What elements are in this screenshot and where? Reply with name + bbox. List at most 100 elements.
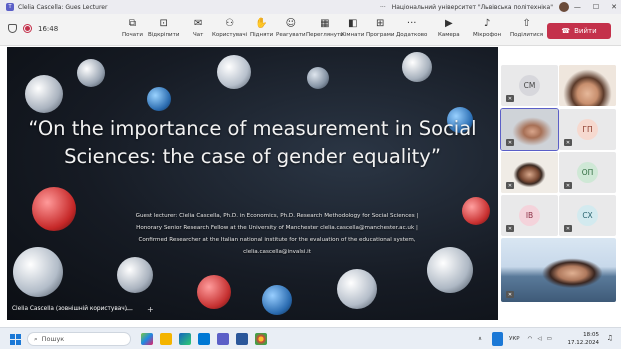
shield-icon [8, 24, 17, 33]
avatar: ГП [577, 119, 598, 140]
title-bar: T Clelia Cascella: Gues Lecturer ··· Нац… [0, 0, 621, 14]
close-button[interactable]: ✕ [611, 3, 617, 11]
mic-muted-icon: ✕ [564, 182, 572, 189]
more-options-icon[interactable]: ··· [380, 4, 386, 11]
shared-screen[interactable]: “On the importance of measurement in Soc… [7, 47, 498, 320]
rooms-button[interactable]: ◧ Кімнати [341, 17, 364, 38]
file-explorer-icon[interactable] [160, 333, 172, 345]
windows-start-icon[interactable] [10, 334, 21, 345]
participant-video [501, 238, 616, 302]
mic-muted-icon: ✕ [506, 95, 514, 102]
chrome-icon[interactable] [255, 333, 267, 345]
recording-indicator: 16:48 [8, 24, 58, 33]
avatar: CM [519, 75, 540, 96]
taskbar-search[interactable]: ⌕ Пошук [27, 332, 131, 346]
teams-window: T Clelia Cascella: Gues Lecturer ··· Нац… [0, 0, 621, 349]
camera-button[interactable]: ▶ Камера [438, 17, 460, 38]
search-icon: ⌕ [34, 334, 38, 343]
participant-video [559, 65, 616, 106]
participant-tile-gp[interactable]: ГП ✕ [559, 109, 616, 150]
share-label: Поділитися [510, 32, 544, 38]
molecule-sphere [147, 87, 171, 111]
zoom-out-icon[interactable]: — [125, 305, 133, 314]
chat-label: Чат [193, 32, 204, 38]
system-tray: ∧ УКР ◠ ◁ ▭ [478, 328, 552, 349]
window-title: Clelia Cascella: Gues Lecturer [18, 3, 108, 11]
microphone-button[interactable]: ♪ Мікрофон [473, 17, 501, 38]
slide-title: “On the importance of measurement in Soc… [28, 117, 477, 168]
meeting-timer: 16:48 [38, 24, 59, 33]
org-area: ··· Національний університет "Львівська … [380, 0, 569, 14]
participant-tile-video-large[interactable]: ✕ [501, 238, 616, 302]
wifi-icon[interactable]: ◠ [528, 336, 533, 342]
apps-label: Програми [366, 32, 395, 38]
minimize-button[interactable]: — [574, 3, 581, 11]
edge-icon[interactable] [179, 333, 191, 345]
presenter-name: Clelia Cascella (зовнішній користувач) [12, 306, 127, 312]
rooms-label: Кімнати [341, 32, 365, 38]
volume-icon[interactable]: ◁ [537, 336, 541, 342]
mic-muted-icon: ✕ [506, 225, 514, 232]
apps-button[interactable]: ⊞ Програми [366, 17, 394, 38]
mic-muted-icon: ✕ [506, 291, 514, 298]
notification-bell-icon[interactable]: ♫ [607, 334, 613, 342]
participant-tile-cm[interactable]: CM ✕ [501, 65, 558, 106]
participant-tile-sh[interactable]: CX ✕ [559, 195, 616, 236]
more-icon: ··· [406, 18, 417, 29]
molecule-sphere [217, 55, 251, 89]
share-button[interactable]: ⇧ Поділитися [510, 17, 543, 38]
chat-button[interactable]: ✉ Чат [193, 17, 203, 38]
people-label: Користувачі [212, 32, 248, 38]
people-button[interactable]: ⚇ Користувачі [212, 17, 247, 38]
more-button[interactable]: ··· Додатково [396, 17, 427, 38]
outlook-icon[interactable] [198, 333, 210, 345]
chevron-up-icon[interactable]: ∧ [478, 336, 482, 342]
molecule-sphere [262, 285, 292, 315]
microphone-label: Мікрофон [473, 32, 502, 38]
participant-tile-iv[interactable]: IB ✕ [501, 195, 558, 236]
stage-zoom-controls: — + [125, 305, 154, 314]
unpin-button[interactable]: ⊡ Відкріпити [148, 17, 179, 38]
unpin-icon: ⊡ [159, 18, 168, 29]
recording-icon [23, 24, 32, 33]
molecule-sphere [13, 247, 63, 297]
participant-tile-op[interactable]: ОП ✕ [559, 152, 616, 193]
molecule-sphere [77, 59, 105, 87]
react-label: Реагувати [276, 32, 306, 38]
zoom-in-icon[interactable]: + [147, 305, 154, 314]
slide-details: Guest lecturer: Clelia Cascella, Ph.D. i… [77, 210, 477, 258]
leave-label: Вийти [574, 27, 597, 35]
clock-time: 18:05 [583, 332, 599, 338]
leave-button[interactable]: ☎ Вийти [547, 23, 611, 39]
microphone-tray-icon[interactable] [492, 332, 504, 346]
participant-tile-video-1[interactable] [559, 65, 616, 106]
participant-tile-video-3[interactable]: ✕ [501, 152, 558, 193]
language-indicator[interactable]: УКР [509, 336, 520, 342]
teams-taskbar-icon[interactable] [217, 333, 229, 345]
clock-date: 17.12.2024 [567, 340, 600, 346]
start-button[interactable]: ⧉ Почати [122, 17, 143, 38]
maximize-button[interactable]: ☐ [593, 3, 599, 11]
mic-muted-icon: ✕ [564, 139, 572, 146]
window-controls: — ☐ ✕ [574, 0, 617, 14]
people-icon: ⚇ [225, 18, 235, 29]
avatar: ОП [577, 162, 598, 183]
view-button[interactable]: ▦ Переглянути [306, 17, 344, 38]
word-icon[interactable] [236, 333, 248, 345]
user-avatar[interactable] [558, 2, 569, 12]
grid-icon: ▦ [320, 18, 330, 29]
battery-icon[interactable]: ▭ [547, 336, 552, 342]
participant-tile-video-2[interactable]: ✕ [500, 108, 559, 151]
organization-name[interactable]: Національний університет "Львівська полі… [392, 4, 553, 11]
start-label: Почати [122, 32, 143, 38]
molecule-sphere [32, 187, 76, 231]
microphone-icon: ♪ [483, 18, 491, 29]
phone-icon: ☎ [561, 27, 571, 35]
react-button[interactable]: ☺ Реагувати [276, 17, 306, 38]
mic-muted-icon: ✕ [506, 139, 514, 146]
apps-icon: ⊞ [376, 18, 385, 29]
taskbar-clock[interactable]: 18:05 17.12.2024 [568, 331, 600, 347]
copilot-icon[interactable] [141, 333, 153, 345]
raise-hand-button[interactable]: ✋ Підняти [250, 17, 273, 38]
slide-line: clelia.cascella@invalsi.it [243, 249, 311, 255]
